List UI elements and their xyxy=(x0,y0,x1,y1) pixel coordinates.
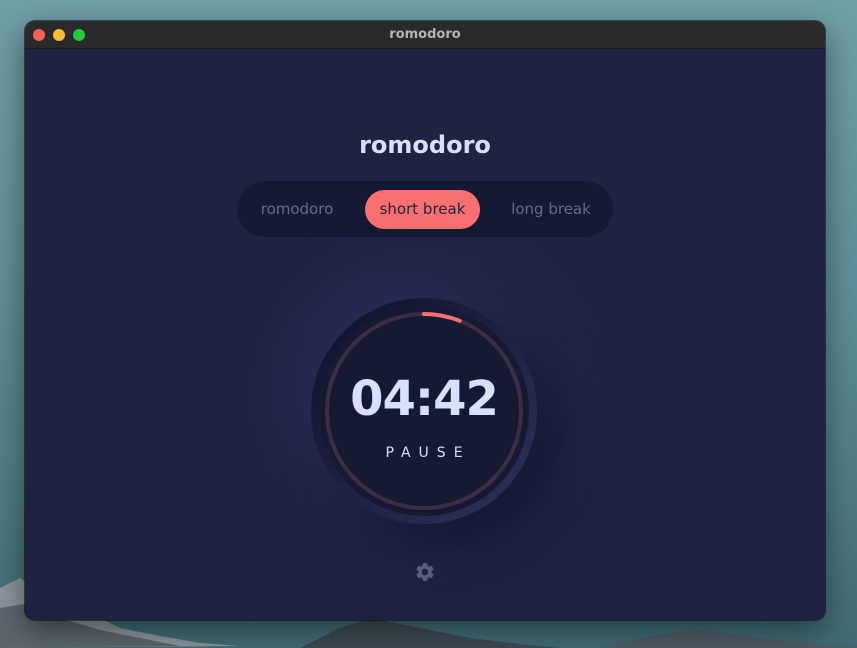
tab-long-break[interactable]: long break xyxy=(499,190,603,229)
app-window: romodoro romodoro romodoro short break l… xyxy=(25,21,825,620)
tab-short-break[interactable]: short break xyxy=(365,190,480,229)
gear-icon[interactable] xyxy=(414,561,436,583)
app-content: romodoro romodoro short break long break… xyxy=(25,49,825,620)
pause-button[interactable]: PAUSE xyxy=(319,445,529,461)
timer-countdown: 04:42 xyxy=(350,371,499,427)
app-title: romodoro xyxy=(359,131,491,159)
window-title: romodoro xyxy=(389,27,461,42)
tab-pomodoro[interactable]: romodoro xyxy=(247,190,347,229)
mode-tabs: romodoro short break long break xyxy=(237,181,613,237)
title-bar: romodoro xyxy=(25,21,825,49)
